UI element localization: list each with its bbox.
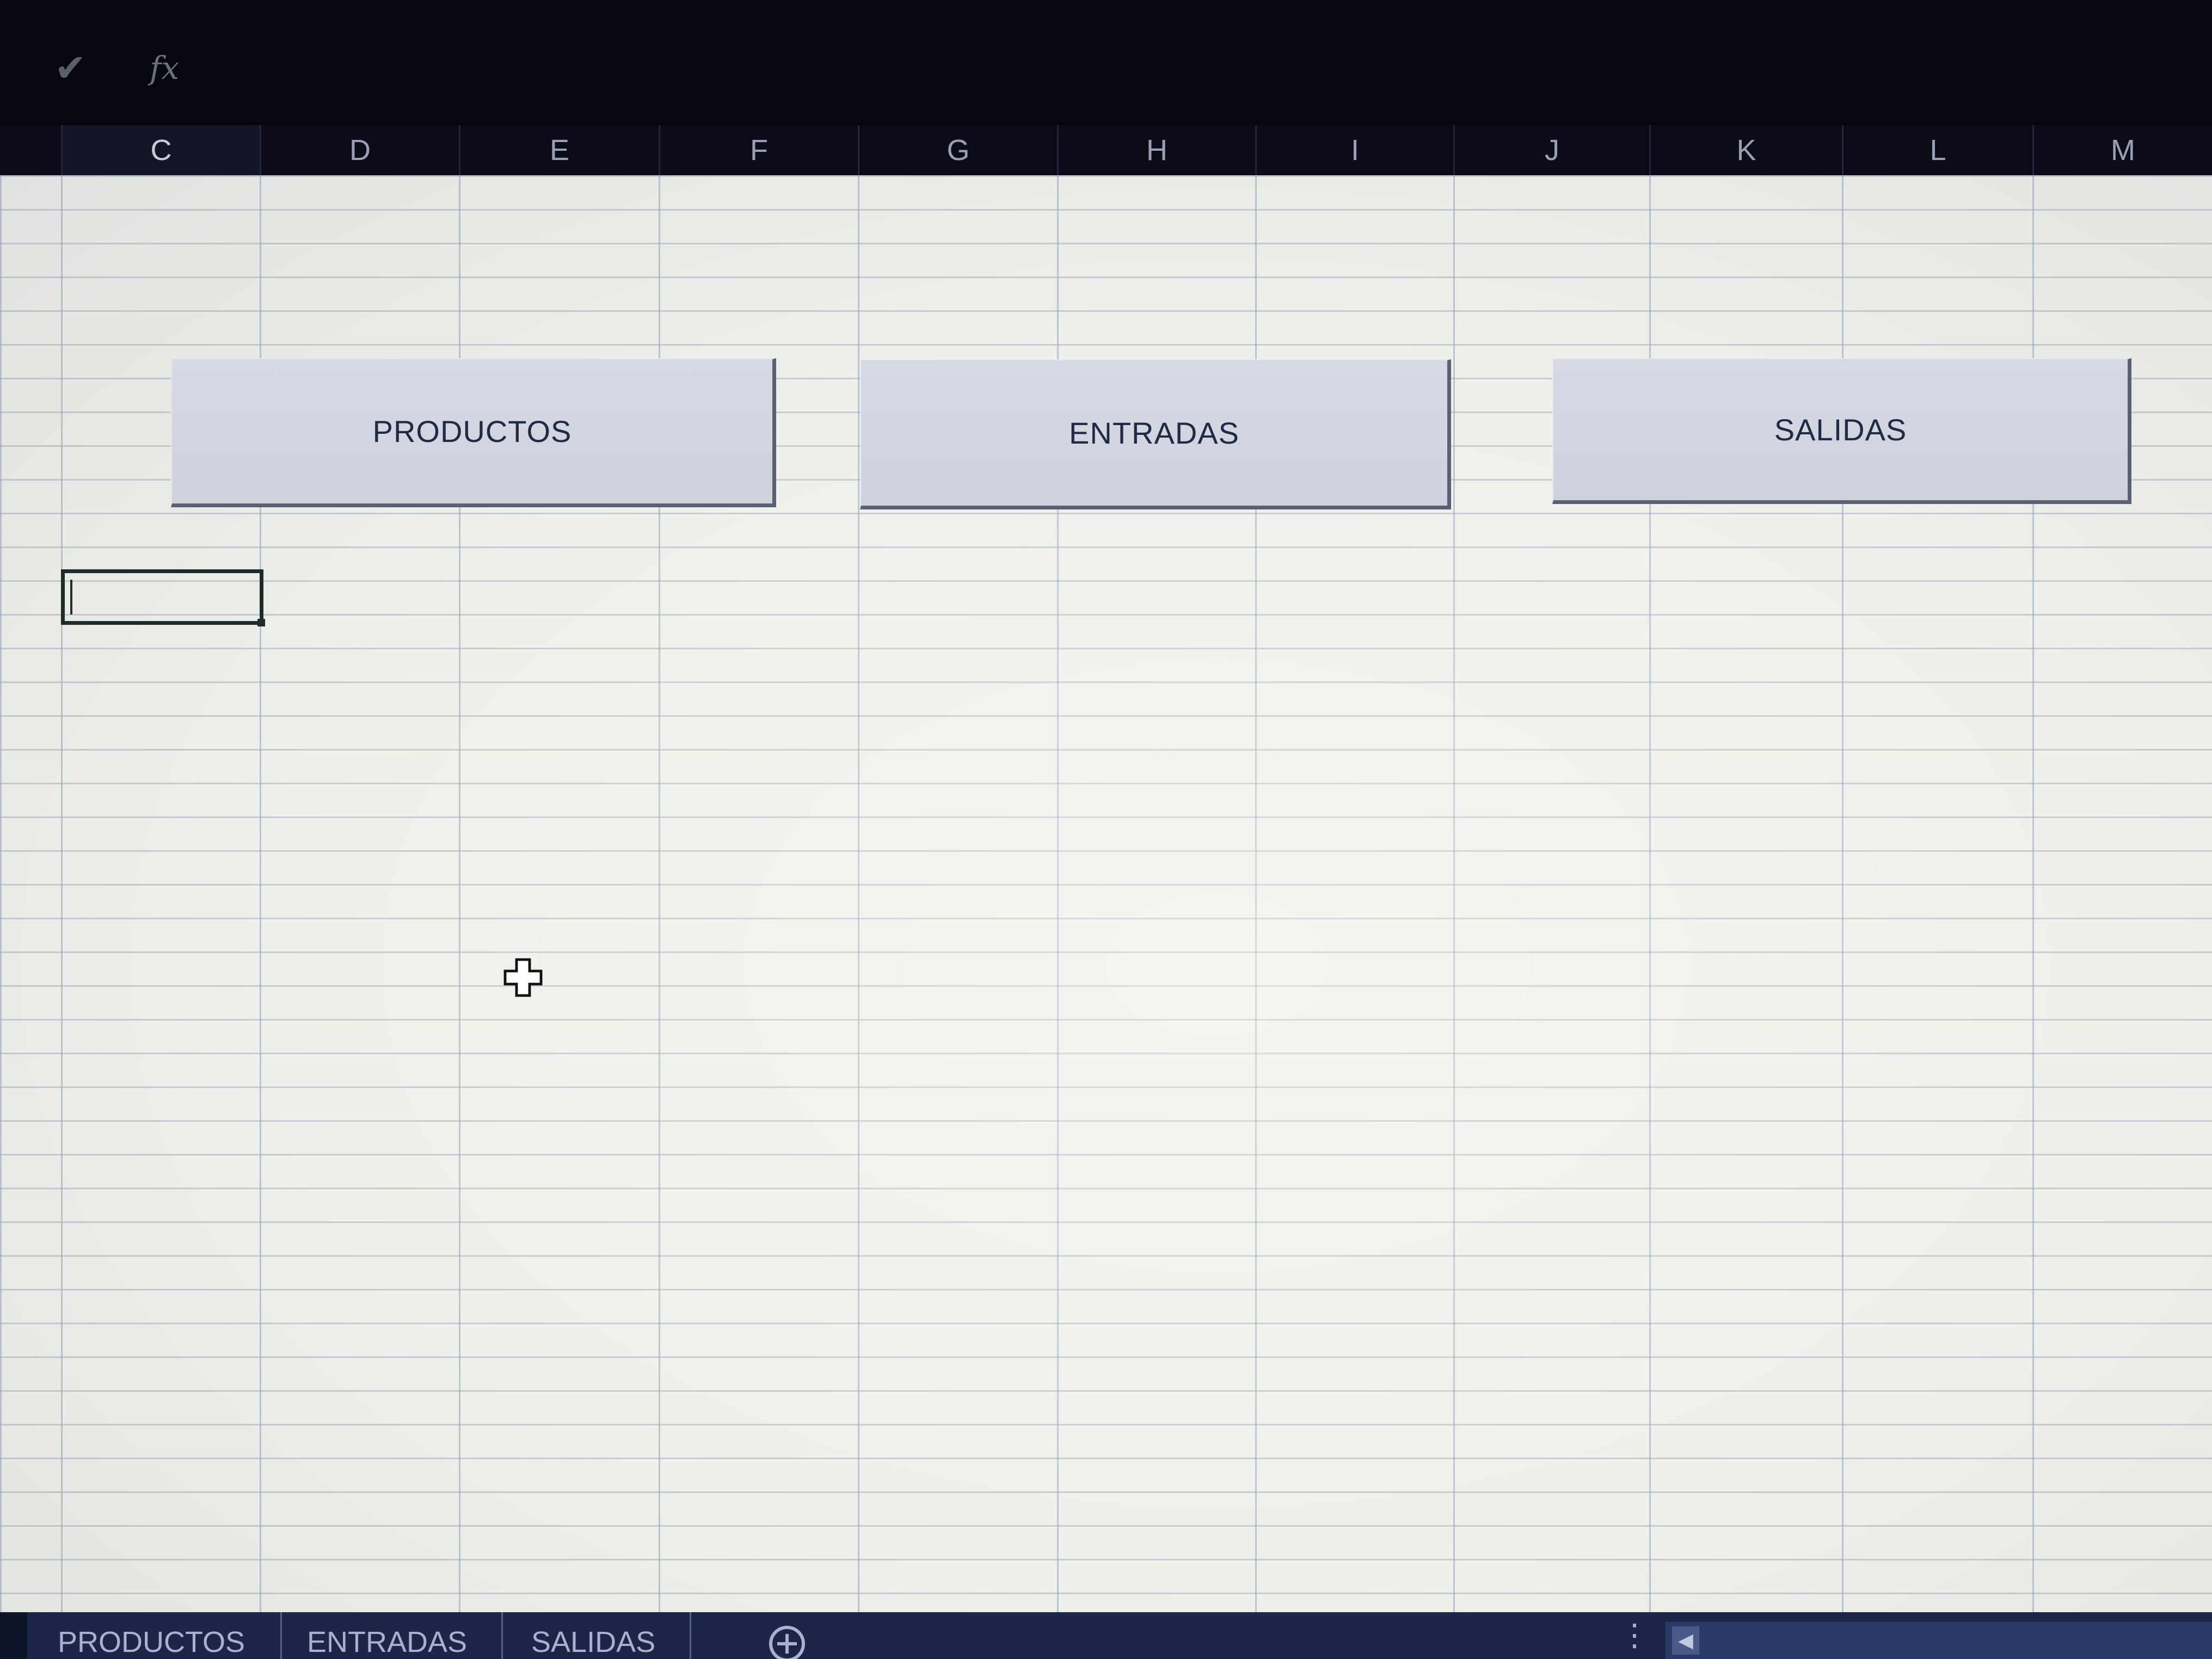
column-header-row: C D E F G H I J K L M <box>0 125 2212 177</box>
cell-select-cross-icon <box>503 958 543 997</box>
column-header-g[interactable]: G <box>858 125 1057 175</box>
column-header-j[interactable]: J <box>1453 125 1649 175</box>
salidas-button[interactable]: SALIDAS <box>1552 358 2131 504</box>
grid-line <box>1453 175 1455 1612</box>
column-header-c[interactable]: C <box>61 125 260 175</box>
text-caret <box>70 580 72 615</box>
column-header-e[interactable]: E <box>459 125 659 175</box>
sheet-tab-productos[interactable]: PRODUCTOS <box>47 1612 282 1659</box>
sheet-tab-salidas[interactable]: SALIDAS <box>520 1612 691 1659</box>
checkmark-icon[interactable]: ✔ <box>54 44 87 93</box>
tab-bar-edge <box>0 1612 27 1659</box>
fill-handle[interactable] <box>257 619 265 626</box>
sheet-tab-bar: PRODUCTOS ENTRADAS SALIDAS ⋮ ◀ <box>0 1612 2212 1659</box>
sheet-tab-entradas[interactable]: ENTRADAS <box>296 1612 503 1659</box>
entradas-button[interactable]: ENTRADAS <box>860 359 1451 509</box>
productos-button[interactable]: PRODUCTOS <box>171 358 776 507</box>
grid-line <box>61 175 63 1612</box>
spreadsheet-screen: ✔ fx C D E F G H I J K L M PRODUCTOS ENT… <box>0 0 2212 1659</box>
fx-icon[interactable]: fx <box>150 44 179 93</box>
formula-bar: ✔ fx <box>0 0 2212 125</box>
scroll-left-arrow-icon[interactable]: ◀ <box>1672 1626 1699 1655</box>
grid-line <box>858 175 859 1612</box>
column-header-i[interactable]: I <box>1255 125 1453 175</box>
selected-cell[interactable] <box>61 569 265 626</box>
vertical-dots-icon[interactable]: ⋮ <box>1619 1619 1650 1651</box>
column-header-f[interactable]: F <box>659 125 858 175</box>
horizontal-scrollbar[interactable]: ◀ <box>1666 1622 2212 1659</box>
column-header-k[interactable]: K <box>1649 125 1842 175</box>
plus-circle-icon[interactable] <box>767 1624 807 1659</box>
column-header-l[interactable]: L <box>1842 125 2032 175</box>
column-header-h[interactable]: H <box>1057 125 1255 175</box>
column-header-d[interactable]: D <box>260 125 459 175</box>
column-header-m[interactable]: M <box>2032 125 2212 175</box>
